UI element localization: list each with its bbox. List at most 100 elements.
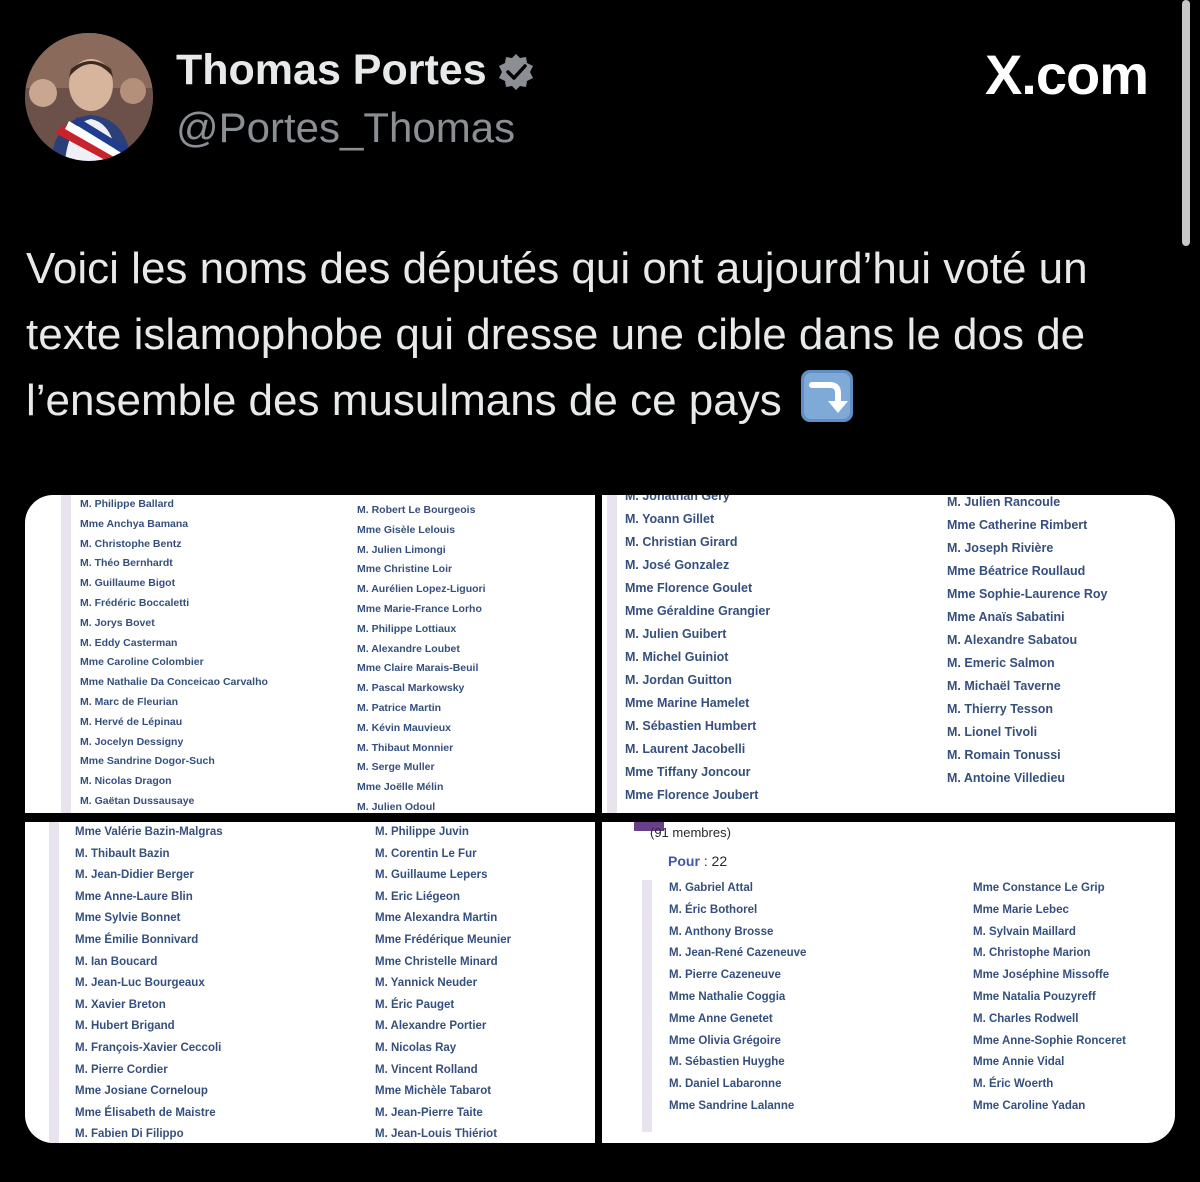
deputy-name: M. Anthony Brosse	[669, 925, 774, 938]
verified-badge-icon	[499, 54, 533, 90]
image-panel-2[interactable]: M. Jonathan Gery M. Yoann Gillet M. Christ…	[602, 495, 1175, 813]
deputy-name: Mme Sandrine Dogor-Such	[80, 755, 215, 768]
deputy-name: M. Ian Boucard	[75, 955, 158, 968]
deputy-name: Mme Nathalie Da Conceicao Carvalho	[80, 676, 268, 689]
image-panel-4[interactable]: (91 membres) Pour : 22 M. Gabriel Attal M…	[602, 822, 1175, 1143]
tweet-text: Voici les noms des députés qui ont aujou…	[26, 236, 1176, 434]
avatar[interactable]	[25, 33, 153, 161]
deputy-name: M. Eric Liégeon	[375, 890, 460, 903]
display-name[interactable]: Thomas Portes	[176, 46, 487, 95]
deputy-name: M. Kévin Mauvieux	[357, 721, 451, 734]
deputy-name: Mme Christine Loir	[357, 563, 453, 576]
deputy-name: Mme Émilie Bonnivard	[75, 934, 199, 946]
deputy-name: Mme Florence Goulet	[625, 581, 753, 595]
deputy-name: M. Laurent Jacobelli	[625, 742, 746, 756]
deputy-name: M. Thibault Bazin	[75, 847, 170, 860]
brand-logo: X.com	[984, 43, 1149, 106]
deputy-name: Mme Sandrine Lalanne	[669, 1100, 795, 1112]
deputy-name: M. Julien Rancoule	[947, 495, 1061, 509]
deputy-name: M. Éric Pauget	[375, 998, 455, 1011]
deputy-name: M. Julien Guibert	[625, 627, 727, 641]
deputy-name: Mme Anne-Laure Blin	[75, 890, 193, 903]
deputy-name: M. Frédéric Boccaletti	[80, 597, 190, 609]
deputy-name: M. Antoine Villedieu	[947, 771, 1066, 785]
deputy-name: M. Fabien Di Filippo	[75, 1128, 184, 1141]
deputy-name: M. Gabriel Attal	[669, 882, 753, 894]
vote-pour-label: Pour : 22	[668, 853, 727, 869]
deputy-name: M. Lionel Tivoli	[947, 725, 1038, 739]
deputy-name: Mme Nathalie Coggia	[669, 991, 786, 1003]
deputy-name: M. Romain Tonussi	[947, 748, 1061, 762]
deputy-name: Mme Tiffany Joncour	[625, 765, 751, 779]
deputy-name: M. Théo Bernhardt	[80, 557, 173, 570]
deputy-name: Mme Alexandra Martin	[375, 912, 498, 925]
deputy-name: M. Aurélien Lopez-Liguori	[357, 583, 486, 596]
deputy-name: M. Christophe Bentz	[80, 537, 182, 550]
deputy-name: Mme Christelle Minard	[375, 955, 498, 968]
deputy-name: M. Michel Guiniot	[625, 650, 729, 664]
deputy-name: M. Jean-Luc Bourgeaux	[75, 977, 205, 990]
deputy-name: Mme Annie Vidal	[973, 1056, 1065, 1069]
deputy-name: M. François-Xavier Ceccoli	[75, 1042, 222, 1054]
deputy-name: Mme Caroline Yadan	[973, 1100, 1086, 1112]
image-panel-1[interactable]: M. Philippe Ballard Mme Anchya Bamana M. C…	[25, 495, 595, 813]
deputy-name: M. Eddy Casterman	[80, 636, 178, 649]
deputy-name: Mme Géraldine Grangier	[625, 604, 771, 618]
media-grid[interactable]: M. Philippe Ballard Mme Anchya Bamana M. C…	[25, 495, 1175, 1143]
deputy-name: M. Christophe Marion	[973, 947, 1091, 960]
deputy-name: Mme Anchya Bamana	[80, 517, 189, 530]
deputy-name: M. Jonathan Gery	[625, 495, 730, 503]
deputy-name: M. Jean-René Cazeneuve	[669, 947, 807, 960]
deputy-name: M. Hubert Brigand	[75, 1020, 175, 1033]
deputy-name: Mme Marie-France Lorho	[357, 603, 482, 615]
tweet-header: Thomas Portes @Portes_Thomas X.com	[0, 0, 1200, 246]
deputy-name: Mme Constance Le Grip	[973, 882, 1105, 894]
image-panel-3[interactable]: Mme Valérie Bazin-Malgras M. Thibault Baz…	[25, 822, 595, 1143]
deputy-name: M. Guillaume Lepers	[375, 869, 488, 882]
deputy-name: M. Alexandre Portier	[375, 1020, 487, 1033]
deputy-name: M. Gaëtan Dussausaye	[80, 795, 195, 807]
user-handle[interactable]: @Portes_Thomas	[176, 104, 515, 152]
deputy-name: M. Sébastien Humbert	[625, 719, 757, 733]
deputy-name: Mme Caroline Colombier	[80, 656, 204, 669]
scrollbar[interactable]	[1182, 0, 1190, 246]
deputy-name: Mme Natalia Pouzyreff	[973, 991, 1096, 1003]
deputy-name: Mme Olivia Grégoire	[669, 1034, 781, 1047]
deputy-name: M. Yannick Neuder	[375, 977, 478, 990]
deputy-name: Mme Claire Marais-Beuil	[357, 662, 479, 675]
deputy-name: Mme Gisèle Lelouis	[357, 523, 456, 536]
deputy-name: M. Philippe Ballard	[80, 498, 174, 510]
deputy-name: M. Thibaut Monnier	[357, 741, 454, 754]
deputy-name: M. Guillaume Bigot	[80, 577, 176, 590]
deputy-name: M. Alexandre Loubet	[357, 642, 460, 655]
deputy-name: M. Hervé de Lépinau	[80, 715, 183, 728]
deputy-name: Mme Josiane Corneloup	[75, 1085, 208, 1098]
deputy-name: M. Emeric Salmon	[947, 656, 1055, 670]
deputy-name: M. Vincent Rolland	[375, 1063, 478, 1076]
deputy-name: M. Charles Rodwell	[973, 1012, 1079, 1025]
deputy-name: M. Joseph Rivière	[947, 541, 1054, 555]
deputy-name: Mme Catherine Rimbert	[947, 518, 1088, 532]
deputy-name: Mme Michèle Tabarot	[375, 1085, 492, 1098]
tweet-body: Voici les noms des députés qui ont aujou…	[26, 244, 1088, 425]
deputy-name: M. Christian Girard	[625, 535, 738, 549]
pour-count: : 22	[703, 853, 728, 869]
arrow-down-right-icon	[800, 370, 853, 422]
deputy-name: M. Alexandre Sabatou	[947, 633, 1078, 647]
deputy-name: M. Daniel Labaronne	[669, 1078, 782, 1091]
deputy-name: M. Jorys Bovet	[80, 616, 155, 629]
deputy-name: Mme Anne-Sophie Ronceret	[973, 1034, 1126, 1047]
deputy-name: Mme Joëlle Mélin	[357, 781, 444, 794]
deputy-name: Mme Marie Lebec	[973, 903, 1069, 916]
deputy-name: M. Yoann Gillet	[625, 512, 715, 526]
deputy-name: Mme Sylvie Bonnet	[75, 912, 181, 925]
deputy-name: M. Jean-Louis Thiériot	[375, 1128, 498, 1141]
list-bar	[607, 495, 617, 813]
deputy-name: M. Marc de Fleurian	[80, 696, 179, 708]
deputy-name: M. Jean-Didier Berger	[75, 869, 194, 882]
deputy-name: M. Sylvain Maillard	[973, 925, 1076, 938]
deputy-name: Mme Élisabeth de Maistre	[75, 1106, 216, 1119]
deputy-name: M. Sébastien Huyghe	[669, 1056, 785, 1069]
deputy-name: M. Patrice Martin	[357, 702, 442, 714]
list-bar	[642, 880, 652, 1132]
